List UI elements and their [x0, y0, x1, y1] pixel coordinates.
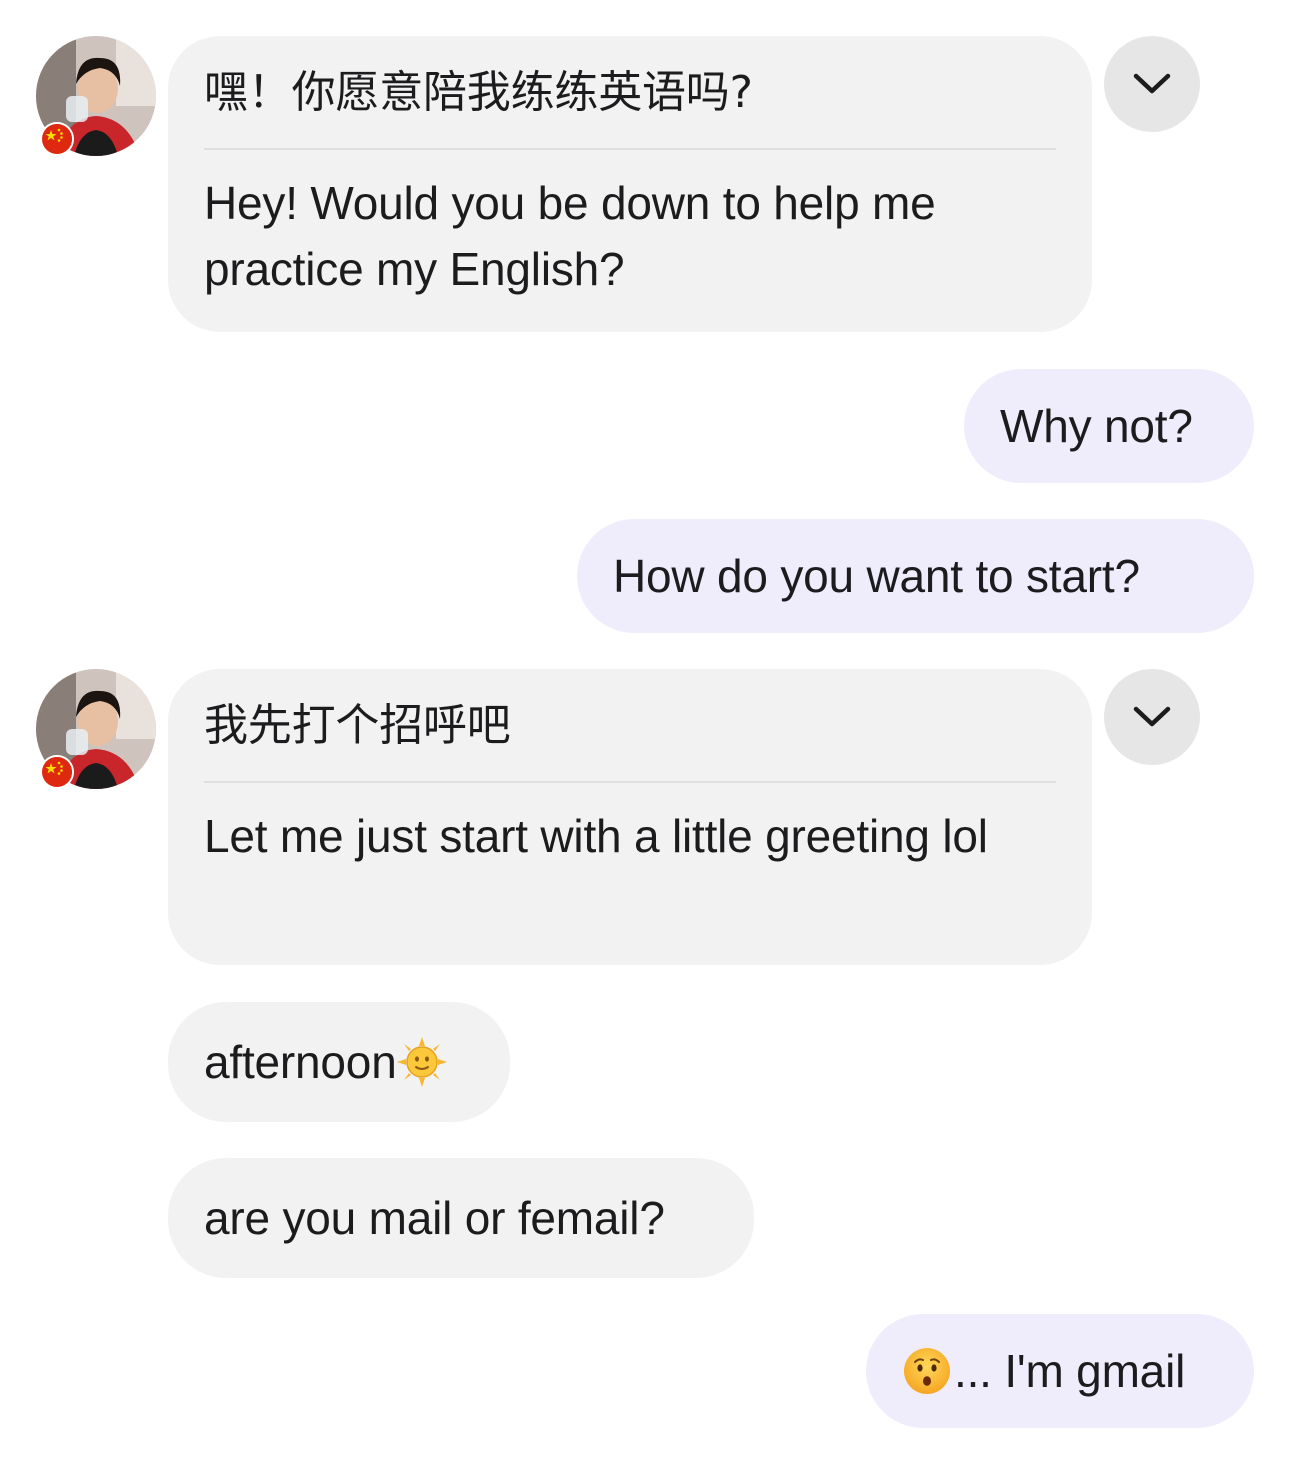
message-text: Why not? [1000, 400, 1193, 452]
outgoing-message-bubble[interactable]: ... I'm gmail [866, 1314, 1254, 1428]
outgoing-message-bubble[interactable]: Why not? [964, 369, 1254, 483]
translated-text: Hey! Would you be down to help me practi… [204, 177, 936, 295]
china-flag-icon [40, 755, 74, 789]
message-text: are you mail or femail? [204, 1192, 665, 1244]
chevron-down-icon [1133, 706, 1171, 727]
message-text: ... I'm gmail [954, 1345, 1186, 1397]
sun-with-face-emoji [396, 1037, 447, 1087]
incoming-message-bubble[interactable]: afternoon [168, 1002, 510, 1122]
incoming-message-bubble[interactable]: 我先打个招呼吧 Let me just start with a little … [168, 669, 1092, 965]
hushed-face-emoji [902, 1346, 952, 1396]
original-text: 我先打个招呼吧 [204, 693, 1056, 783]
incoming-message-bubble[interactable]: 嘿！你愿意陪我练练英语吗? Hey! Would you be down to … [168, 36, 1092, 332]
message-text: afternoon [204, 1036, 397, 1088]
translated-text: Let me just start with a little greeting… [204, 810, 988, 862]
show-original-toggle-button[interactable] [1104, 36, 1200, 132]
chevron-down-icon [1133, 73, 1171, 94]
show-original-toggle-button[interactable] [1104, 669, 1200, 765]
incoming-message-bubble[interactable]: are you mail or femail? [168, 1158, 754, 1278]
outgoing-message-bubble[interactable]: How do you want to start? [577, 519, 1254, 633]
original-text: 嘿！你愿意陪我练练英语吗? [204, 60, 1056, 150]
sender-avatar[interactable] [36, 36, 156, 156]
china-flag-icon [40, 122, 74, 156]
message-text: How do you want to start? [613, 550, 1140, 602]
sender-avatar[interactable] [36, 669, 156, 789]
